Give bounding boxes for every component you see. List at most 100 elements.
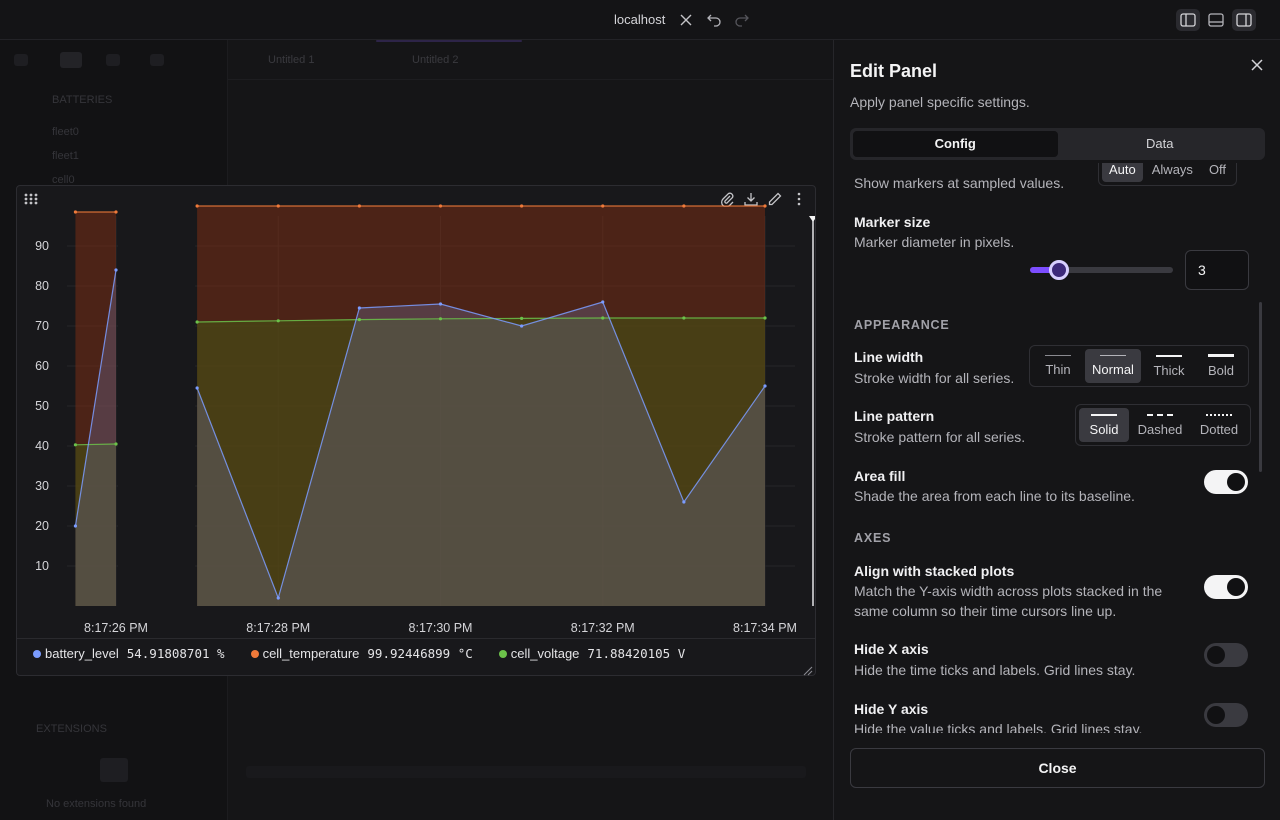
data-point-battery-level [682, 500, 686, 504]
window-title: localhost [614, 12, 666, 27]
marker-size-description: Marker diameter in pixels. [854, 234, 1015, 250]
data-point-cell-voltage [438, 317, 443, 321]
background-tree-root: BATTERIES [52, 94, 113, 106]
toggle-left-sidebar-icon[interactable] [1176, 9, 1200, 31]
legend-color-dot [33, 649, 41, 658]
markers-option-off[interactable]: Off [1202, 163, 1233, 182]
legend-series-name: cell_voltage [510, 646, 580, 661]
data-point-cell-temperature [438, 204, 443, 208]
data-point-battery-level [73, 524, 78, 528]
data-point-battery-level [601, 300, 605, 304]
data-point-battery-level [763, 384, 767, 388]
marker-size-slider[interactable] [1030, 260, 1173, 280]
data-point-cell-temperature [763, 204, 767, 208]
toggle-bottom-panel-icon[interactable] [1204, 9, 1228, 31]
line-pattern-selector: Solid Dashed Dotted [1075, 404, 1251, 446]
data-point-cell-voltage [520, 316, 524, 320]
line-width-option-thin[interactable]: Thin [1033, 349, 1083, 383]
x-tick-label: 8:17:26 PM [84, 621, 148, 635]
y-tick-label: 80 [35, 279, 49, 293]
edit-panel-subtitle: Apply panel specific settings. [850, 94, 1030, 110]
data-point-cell-voltage [114, 442, 118, 446]
line-width-option-thick[interactable]: Thick [1143, 349, 1195, 383]
data-point-battery-level [438, 302, 443, 306]
background-tree-item: fleet0 [52, 126, 79, 138]
line-width-description: Stroke width for all series. [854, 370, 1015, 386]
data-point-cell-voltage [195, 320, 199, 324]
line-width-selector: Thin Normal Thick Bold [1029, 345, 1249, 387]
slider-thumb[interactable] [1048, 260, 1069, 280]
hide-x-axis-title: Hide X axis [854, 641, 929, 657]
data-point-cell-voltage [682, 316, 686, 320]
legend-item-cell-voltage[interactable]: cell_voltage 71.88420105 V [498, 646, 686, 661]
legend-series-name: battery_level [45, 646, 119, 661]
align-stacked-toggle[interactable] [1204, 575, 1248, 599]
tab-config[interactable]: Config [853, 131, 1058, 157]
redo-icon[interactable] [732, 10, 752, 30]
legend-series-name: cell_temperature [262, 646, 360, 661]
area-fill-description: Shade the area from each line to its bas… [854, 488, 1135, 504]
axes-section-header: AXES [854, 531, 892, 545]
hide-y-axis-title: Hide Y axis [854, 701, 929, 717]
tab-data[interactable]: Data [1058, 131, 1263, 157]
resize-grip-icon[interactable] [803, 663, 813, 676]
toggle-right-sidebar-icon[interactable] [1232, 9, 1256, 31]
y-tick-label: 20 [35, 519, 49, 533]
marker-size-input[interactable] [1185, 250, 1249, 290]
data-point-cell-temperature [114, 210, 118, 214]
background-no-extensions: No extensions found [46, 798, 147, 810]
close-icon[interactable] [676, 10, 696, 30]
appearance-section-header: APPEARANCE [854, 318, 950, 332]
settings-scroll-area[interactable]: Show markers at sampled values. Auto Alw… [834, 163, 1280, 733]
align-stacked-description-line2: same column so their time cursors line u… [854, 603, 1117, 619]
data-point-battery-level [114, 268, 118, 272]
legend-item-cell-temperature[interactable]: cell_temperature 99.92446899 °C [250, 646, 473, 661]
x-tick-label: 8:17:28 PM [246, 621, 310, 635]
toggle-knob [1207, 706, 1225, 724]
legend-series-value: 99.92446899 °C [367, 646, 473, 661]
x-tick-label: 8:17:32 PM [571, 621, 635, 635]
y-tick-label: 60 [35, 359, 49, 373]
legend-color-dot [250, 649, 259, 658]
line-pattern-title: Line pattern [854, 408, 935, 424]
markers-option-always[interactable]: Always [1145, 163, 1200, 182]
y-tick-label: 40 [35, 439, 49, 453]
markers-description: Show markers at sampled values. [854, 175, 1065, 191]
legend-item-battery-level[interactable]: battery_level 54.91808701 % [33, 646, 225, 661]
close-icon[interactable] [1248, 56, 1266, 74]
chart-panel[interactable]: 10 20 30 40 50 60 70 80 90 8:17:26 PM 8:17:28 PM 8:… [16, 185, 816, 676]
time-cursor-handle [809, 216, 815, 222]
line-pattern-option-dotted[interactable]: Dotted [1191, 408, 1247, 442]
hide-x-axis-description: Hide the time ticks and labels. Grid lin… [854, 662, 1136, 678]
area-fill-toggle[interactable] [1204, 470, 1248, 494]
line-pattern-option-dashed[interactable]: Dashed [1131, 408, 1189, 442]
settings-scrollbar[interactable] [1259, 302, 1262, 472]
y-tick-label: 90 [35, 239, 49, 253]
align-stacked-title: Align with stacked plots [854, 563, 1015, 579]
line-pattern-option-solid[interactable]: Solid [1079, 408, 1129, 442]
background-extensions-header: EXTENSIONS [36, 723, 107, 735]
time-series-chart[interactable]: 10 20 30 40 50 60 70 80 90 8:17:26 PM 8:17:28 PM 8:… [17, 186, 815, 638]
line-width-option-normal[interactable]: Normal [1085, 349, 1141, 383]
data-point-cell-temperature [682, 204, 686, 208]
legend-series-value: 71.88420105 V [587, 646, 686, 661]
data-point-battery-level [195, 386, 199, 390]
data-point-cell-temperature [601, 204, 605, 208]
markers-option-auto[interactable]: Auto [1102, 163, 1143, 182]
y-tick-label: 10 [35, 559, 49, 573]
toggle-knob [1227, 473, 1245, 491]
x-tick-label: 8:17:30 PM [409, 621, 473, 635]
hide-y-axis-description: Hide the value ticks and labels. Grid li… [854, 721, 1143, 733]
hide-x-axis-toggle[interactable] [1204, 643, 1248, 667]
undo-icon[interactable] [704, 10, 724, 30]
edit-panel-tabs: Config Data [850, 128, 1265, 160]
data-point-cell-voltage [601, 316, 605, 320]
hide-y-axis-toggle[interactable] [1204, 703, 1248, 727]
background-tab-strip: Untitled 1 Untitled 2 [228, 40, 833, 80]
background-tab: Untitled 1 [268, 54, 315, 66]
data-gap [118, 212, 196, 610]
line-width-option-bold[interactable]: Bold [1197, 349, 1245, 383]
area-fill-title: Area fill [854, 468, 906, 484]
close-button[interactable]: Close [850, 748, 1265, 788]
data-point-cell-temperature [276, 204, 280, 208]
